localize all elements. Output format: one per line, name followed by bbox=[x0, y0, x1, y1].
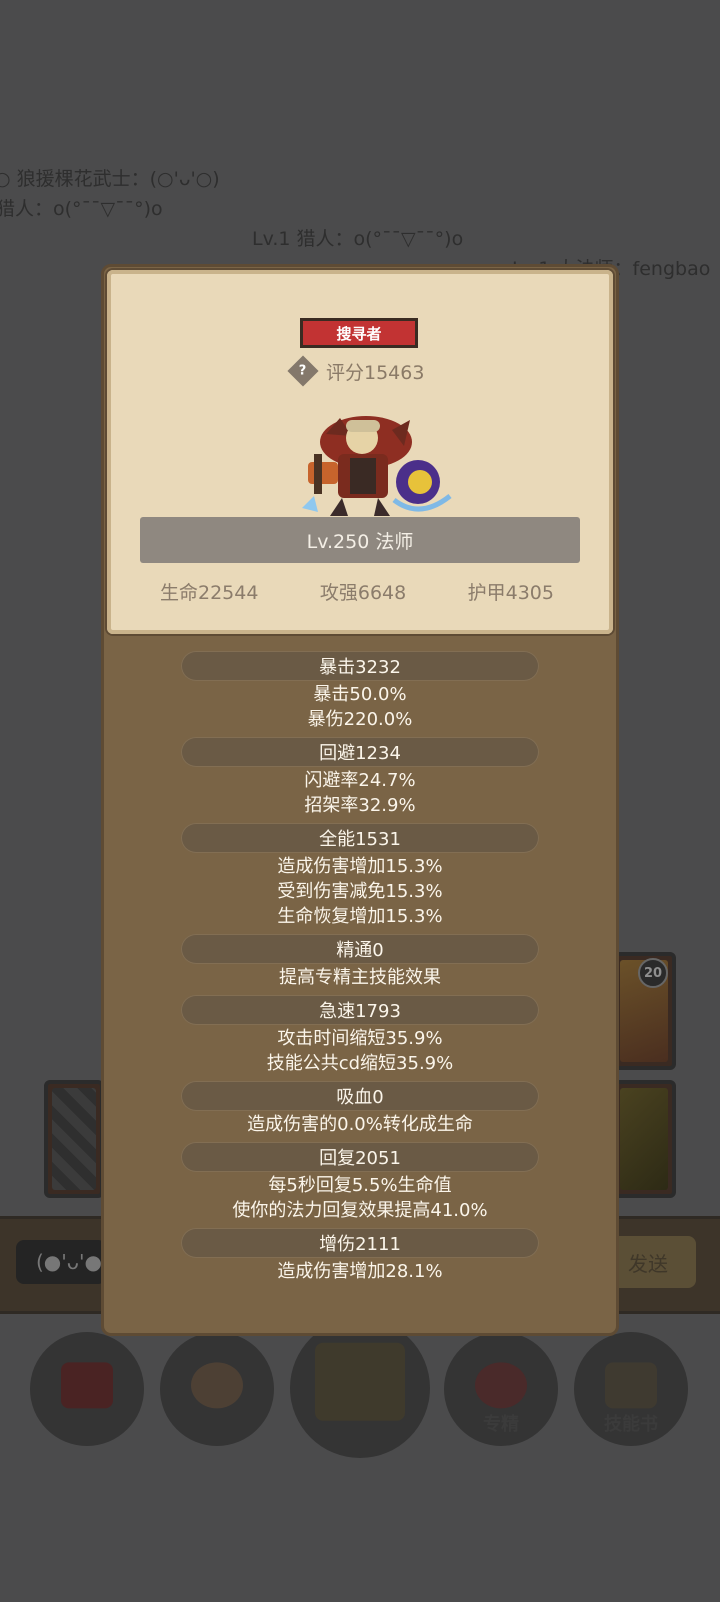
nav-specialization-button[interactable]: 专精 bbox=[444, 1332, 558, 1446]
treasure-chest-icon bbox=[315, 1342, 405, 1421]
stat-line: 生命恢复增加15.3% bbox=[277, 906, 443, 927]
backpack-icon bbox=[61, 1362, 113, 1409]
stat-hp: 生命22544 bbox=[160, 582, 259, 604]
help-icon[interactable]: ? bbox=[287, 355, 319, 387]
stat-group-versatility: 全能1531 造成伤害增加15.3% 受到伤害减免15.3% 生命恢复增加15.… bbox=[107, 823, 613, 929]
stat-line: 暴击50.0% bbox=[313, 684, 407, 705]
main-stats-row: 生命22544 攻强6648 护甲4305 bbox=[140, 578, 580, 608]
stat-group-lifesteal: 吸血0 造成伤害的0.0%转化成生命 bbox=[107, 1081, 613, 1137]
skill-book-icon bbox=[605, 1362, 657, 1409]
stat-line: 受到伤害减免15.3% bbox=[277, 881, 443, 902]
stat-list: 暴击3232 暴击50.0% 暴伤220.0% 回避1234 闪避率24.7% … bbox=[107, 651, 613, 1284]
stat-group-mastery: 精通0 提高专精主技能效果 bbox=[107, 934, 613, 990]
stat-line: 招架率32.9% bbox=[304, 795, 416, 816]
stat-line: 造成伤害增加15.3% bbox=[277, 856, 443, 877]
character-sprite bbox=[302, 416, 452, 516]
chat-line: Lv.1 猎人：o(°¯¯▽¯¯°)o bbox=[252, 228, 464, 250]
stat-line: 每5秒回复5.5%生命值 bbox=[268, 1175, 452, 1196]
stat-group-title: 急速1793 bbox=[181, 995, 539, 1025]
slot-level-badge: 20 bbox=[638, 958, 668, 988]
stat-group-title: 精通0 bbox=[181, 934, 539, 964]
nav-food-button[interactable] bbox=[160, 1332, 274, 1446]
stat-line: 闪避率24.7% bbox=[304, 770, 416, 791]
equipment-slot[interactable] bbox=[44, 1080, 104, 1198]
stat-group-title: 全能1531 bbox=[181, 823, 539, 853]
stat-group-title: 暴击3232 bbox=[181, 651, 539, 681]
specialization-icon bbox=[475, 1362, 527, 1409]
nav-chest-button[interactable] bbox=[290, 1318, 430, 1458]
stat-group-title: 回避1234 bbox=[181, 737, 539, 767]
score-row: ? 评分15463 bbox=[287, 355, 425, 387]
stat-line: 暴伤220.0% bbox=[307, 709, 413, 730]
stat-line: 造成伤害的0.0%转化成生命 bbox=[247, 1114, 473, 1135]
chat-line: ○ 狼援棵花武士：(○'ᴗ'○) bbox=[0, 168, 220, 190]
equipment-slot[interactable] bbox=[612, 1080, 676, 1198]
bread-icon bbox=[191, 1362, 243, 1409]
rank-banner: 搜寻者 bbox=[300, 318, 418, 348]
stat-group-title: 吸血0 bbox=[181, 1081, 539, 1111]
stat-group-evasion: 回避1234 闪避率24.7% 招架率32.9% bbox=[107, 737, 613, 818]
equipment-slot[interactable]: 20 bbox=[612, 952, 676, 1070]
nav-skillbook-button[interactable]: 技能书 bbox=[574, 1332, 688, 1446]
stat-group-title: 增伤2111 bbox=[181, 1228, 539, 1258]
score-label: 评分15463 bbox=[326, 361, 425, 384]
stat-line: 造成伤害增加28.1% bbox=[277, 1261, 443, 1282]
stat-line: 使你的法力回复效果提高41.0% bbox=[232, 1200, 488, 1221]
emoji-input[interactable]: (●'ᴗ'● bbox=[16, 1240, 106, 1284]
stat-line: 技能公共cd缩短35.9% bbox=[266, 1053, 454, 1074]
stat-line: 攻击时间缩短35.9% bbox=[277, 1028, 443, 1049]
stat-group-haste: 急速1793 攻击时间缩短35.9% 技能公共cd缩短35.9% bbox=[107, 995, 613, 1076]
stat-line: 提高专精主技能效果 bbox=[279, 967, 441, 988]
stat-group-title: 回复2051 bbox=[181, 1142, 539, 1172]
nav-backpack-button[interactable] bbox=[30, 1332, 144, 1446]
stat-armor: 护甲4305 bbox=[467, 582, 554, 604]
character-class-bar: Lv.250 法师 bbox=[140, 517, 580, 563]
stat-group-crit: 暴击3232 暴击50.0% 暴伤220.0% bbox=[107, 651, 613, 732]
stat-attack-power: 攻强6648 bbox=[319, 582, 407, 604]
stat-group-regen: 回复2051 每5秒回复5.5%生命值 使你的法力回复效果提高41.0% bbox=[107, 1142, 613, 1223]
chat-line: 猎人：o(°¯¯▽¯¯°)o bbox=[0, 198, 163, 220]
stat-group-damage-bonus: 增伤2111 造成伤害增加28.1% bbox=[107, 1228, 613, 1284]
